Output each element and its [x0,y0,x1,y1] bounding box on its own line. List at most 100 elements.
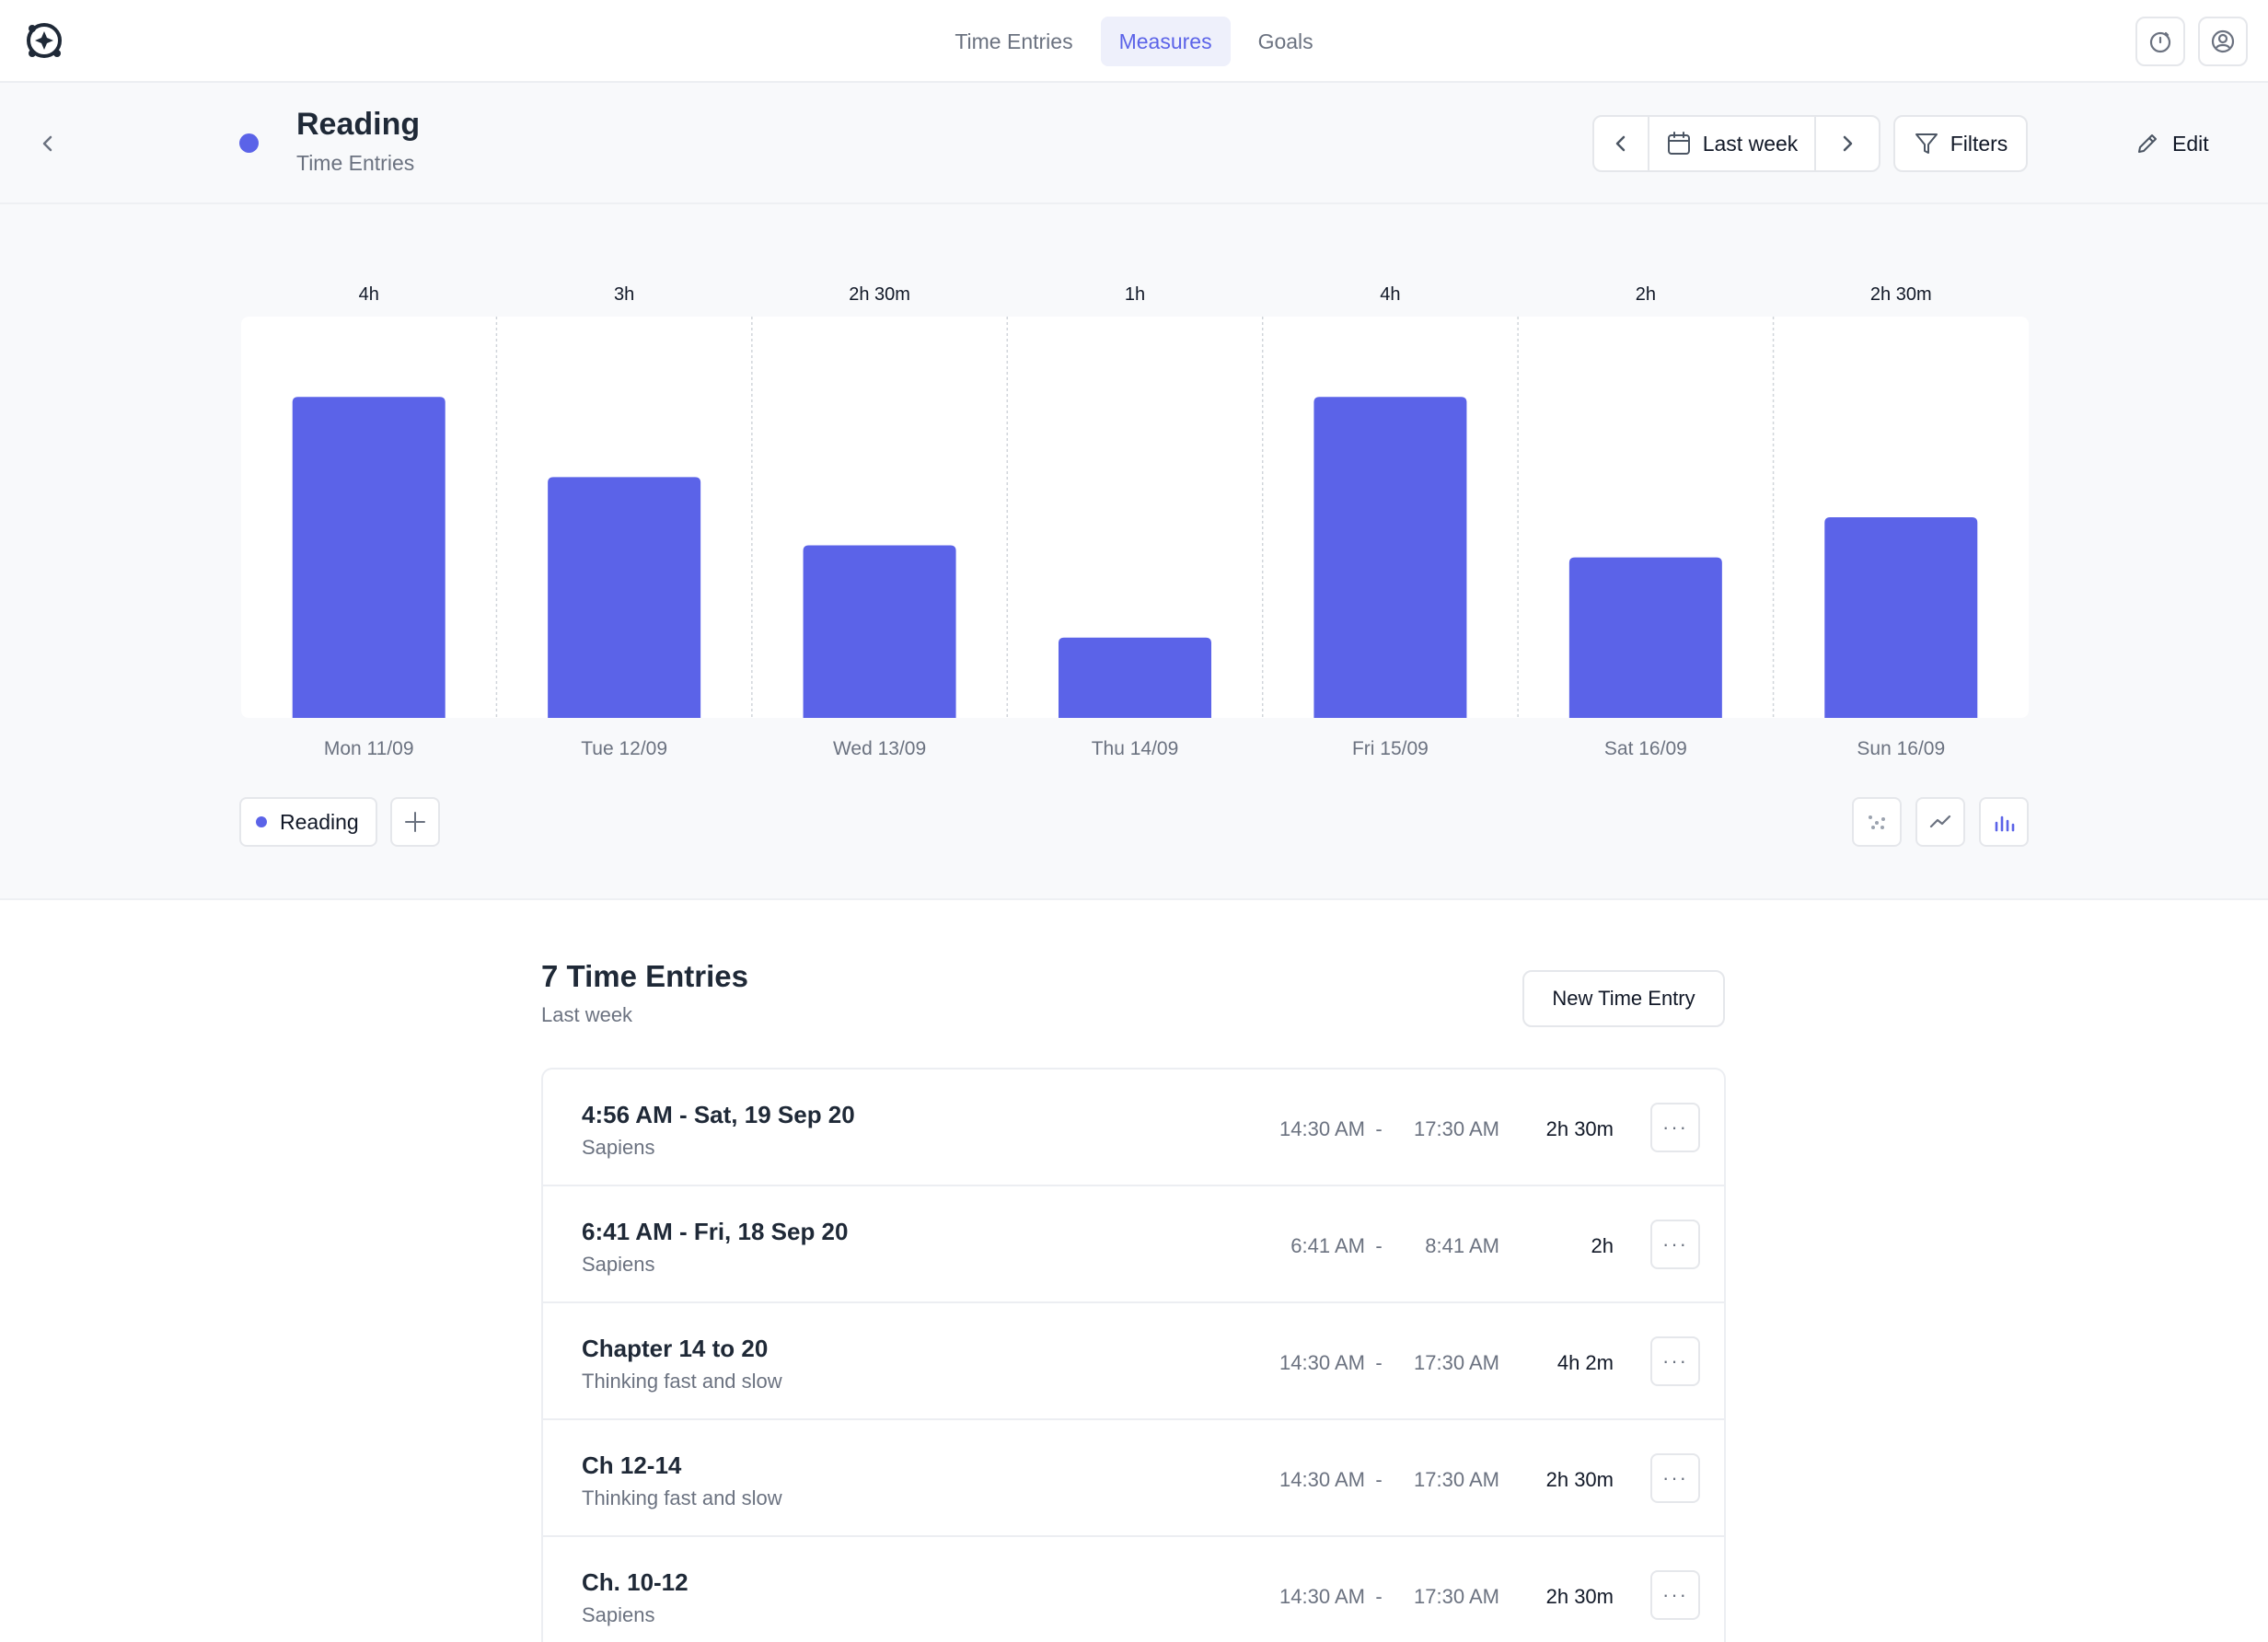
entry-more-options-button[interactable]: ··· [1650,1103,1700,1152]
chevron-left-icon [1615,135,1626,152]
time-separator: - [1375,1468,1383,1491]
date-range-picker: Last week [1592,115,1880,172]
time-entry-row[interactable]: 4:56 AM - Sat, 19 Sep 20 Sapiens 14:30 AM -… [543,1070,1724,1186]
tab-goals[interactable]: Goals [1240,17,1332,66]
entry-description: Sapiens [582,1136,655,1159]
time-separator: - [1375,1117,1383,1140]
x-tick-label: Sat 16/09 [1604,738,1687,759]
bar-chart-button[interactable] [1979,797,2029,847]
entry-end-time: 17:30 AM [1414,1351,1499,1374]
bar[interactable] [1568,557,1722,718]
bar-value-label: 1h [1125,284,1145,305]
time-entry-list: 4:56 AM - Sat, 19 Sep 20 Sapiens 14:30 AM -… [541,1068,1726,1642]
bar-value-label: 2h 30m [849,284,910,305]
entry-start-time: 14:30 AM [1279,1351,1365,1374]
time-entry-row[interactable]: 6:41 AM - Fri, 18 Sep 20 Sapiens 6:41 AM - 8… [543,1186,1724,1303]
entries-count-title: 7 Time Entries [541,959,748,993]
page-title: Reading [296,107,421,142]
timer-button[interactable] [2135,17,2185,66]
entry-start-time: 14:30 AM [1279,1468,1365,1491]
bar-value-label: 4h [1380,284,1400,305]
edit-button[interactable]: Edit [2135,115,2209,172]
x-tick-label: Sun 16/09 [1857,738,1945,759]
page-subtitle: Time Entries [296,151,415,175]
entry-description: Sapiens [582,1603,655,1626]
scatter-chart-icon [1869,815,1885,829]
profile-button[interactable] [2198,17,2248,66]
x-tick-label: Thu 14/09 [1092,738,1179,759]
entry-start-time: 14:30 AM [1279,1585,1365,1608]
bar[interactable] [548,477,701,718]
pencil-icon [2138,134,2157,153]
time-entry-row[interactable]: Ch. 10-12 Sapiens 14:30 AM - 17:30 AM 2h 30m ·… [543,1537,1724,1642]
chart-section: 4h Mon 11/09 3h Tue 12/09 2h 30m Wed 13/09 1h T… [0,204,2268,900]
entry-duration: 2h 30m [1545,1117,1614,1140]
previous-period-button[interactable] [1594,117,1649,170]
measure-header: Reading Time Entries Last week Filters E… [0,83,2268,204]
entry-more-options-button[interactable]: ··· [1650,1570,1700,1620]
edit-label: Edit [2172,131,2209,156]
entry-end-time: 8:41 AM [1425,1234,1499,1257]
scatter-chart-button[interactable] [1852,797,1902,847]
date-range-button[interactable]: Last week [1649,117,1814,170]
x-tick-label: Tue 12/09 [581,738,667,759]
back-button[interactable] [28,123,68,164]
timer-icon [2149,31,2171,53]
filters-label: Filters [1950,131,2008,156]
next-period-button[interactable] [1814,117,1879,170]
entries-range-subtitle: Last week [541,1003,633,1026]
entry-title: Ch 12-14 [582,1451,682,1479]
entry-more-options-button[interactable]: ··· [1650,1453,1700,1503]
bar[interactable] [292,397,446,718]
entry-end-time: 17:30 AM [1414,1117,1499,1140]
entry-description: Thinking fast and slow [582,1486,782,1509]
bar-value-label: 2h 30m [1870,284,1932,305]
entry-description: Sapiens [582,1253,655,1276]
calendar-icon [1667,132,1690,155]
entry-time-range: 6:41 AM - 8:41 AM [1258,1234,1499,1258]
entry-more-options-button[interactable]: ··· [1650,1336,1700,1386]
entry-start-time: 6:41 AM [1290,1234,1365,1257]
entry-title: 6:41 AM - Fri, 18 Sep 20 [582,1218,849,1245]
tab-measures[interactable]: Measures [1100,17,1231,66]
time-separator: - [1375,1234,1383,1257]
add-series-button[interactable] [390,797,440,847]
filters-button[interactable]: Filters [1893,115,2028,172]
entry-duration: 2h 30m [1545,1585,1614,1608]
main-nav: Time Entries Measures Goals [0,17,2268,66]
plus-icon [405,812,425,832]
entry-title: Chapter 14 to 20 [582,1335,769,1362]
chevron-left-icon [42,135,52,152]
legend-series-reading[interactable]: Reading [239,797,377,847]
entry-duration: 2h 30m [1545,1468,1614,1491]
entry-title: 4:56 AM - Sat, 19 Sep 20 [582,1101,855,1128]
entry-description: Thinking fast and slow [582,1370,782,1393]
entry-duration: 4h 2m [1556,1351,1614,1374]
bar[interactable] [1824,517,1978,718]
entry-time-range: 14:30 AM - 17:30 AM [1258,1468,1499,1492]
bar-value-label: 2h [1636,284,1656,305]
user-circle-icon [2211,29,2235,53]
entry-end-time: 17:30 AM [1414,1585,1499,1608]
bar-chart-icon [1995,815,2015,832]
bar[interactable] [803,545,956,718]
entry-more-options-button[interactable]: ··· [1650,1220,1700,1269]
bar[interactable] [1059,637,1211,718]
time-entry-row[interactable]: Chapter 14 to 20 Thinking fast and slow 14… [543,1303,1724,1420]
entry-duration: 2h [1591,1234,1614,1257]
series-color-dot [256,816,267,827]
date-range-label: Last week [1702,131,1799,156]
top-navigation-bar: Time Entries Measures Goals [0,0,2268,83]
time-separator: - [1375,1585,1383,1608]
bar-value-label: 3h [614,284,634,305]
tab-time-entries[interactable]: Time Entries [936,17,1091,66]
entry-end-time: 17:30 AM [1414,1468,1499,1491]
bar[interactable] [1313,397,1467,718]
bar-chart: 4h Mon 11/09 3h Tue 12/09 2h 30m Wed 13/09 1h T… [241,284,2029,759]
new-time-entry-button[interactable]: New Time Entry [1522,970,1725,1027]
line-chart-button[interactable] [1915,797,1965,847]
filter-icon [1915,133,1938,154]
x-tick-label: Fri 15/09 [1352,738,1429,759]
time-entry-row[interactable]: Ch 12-14 Thinking fast and slow 14:30 AM -1… [543,1420,1724,1537]
x-tick-label: Wed 13/09 [833,738,926,759]
